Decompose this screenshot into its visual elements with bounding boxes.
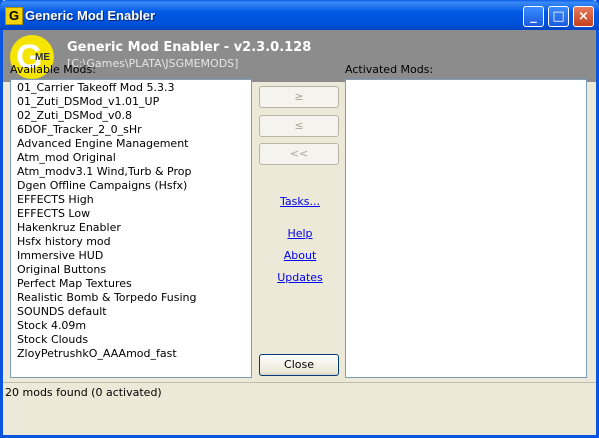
- minimize-button[interactable]: _: [523, 6, 544, 27]
- mod-list-item[interactable]: Atm_modv3.1 Wind,Turb & Prop: [11, 165, 251, 179]
- about-link[interactable]: About: [259, 249, 341, 262]
- activated-mods-label: Activated Mods:: [345, 63, 434, 76]
- mod-list-item[interactable]: Advanced Engine Management: [11, 137, 251, 151]
- mod-list-item[interactable]: Atm_mod Original: [11, 151, 251, 165]
- close-window-button[interactable]: ×: [573, 6, 594, 27]
- mod-list-item[interactable]: Hsfx history mod: [11, 235, 251, 249]
- mod-list-item[interactable]: EFFECTS High: [11, 193, 251, 207]
- mod-list-item[interactable]: Perfect Map Textures: [11, 277, 251, 291]
- app-title: Generic Mod Enabler - v2.3.0.128: [67, 40, 312, 55]
- mod-list-item[interactable]: Stock Clouds: [11, 333, 251, 347]
- main-window: G Generic Mod Enabler _ □ × G ME Generic…: [0, 0, 599, 438]
- activate-button[interactable]: ≥: [259, 86, 339, 108]
- status-text: 20 mods found (0 activated): [5, 386, 162, 399]
- mod-list-item[interactable]: Hakenkruz Enabler: [11, 221, 251, 235]
- activated-mods-list[interactable]: [345, 79, 587, 378]
- mod-list-item[interactable]: EFFECTS Low: [11, 207, 251, 221]
- status-divider: [3, 382, 596, 383]
- mod-list-item[interactable]: Original Buttons: [11, 263, 251, 277]
- title-bar[interactable]: G Generic Mod Enabler _ □ ×: [0, 0, 599, 30]
- tasks-link[interactable]: Tasks...: [259, 195, 341, 208]
- mod-list-item[interactable]: ZloyPetrushkO_AAAmod_fast: [11, 347, 251, 361]
- close-button[interactable]: Close: [259, 354, 339, 376]
- mod-list-item[interactable]: Stock 4.09m: [11, 319, 251, 333]
- updates-link[interactable]: Updates: [259, 271, 341, 284]
- mod-list-item[interactable]: 01_Zuti_DSMod_v1.01_UP: [11, 95, 251, 109]
- mod-list-item[interactable]: SOUNDS default: [11, 305, 251, 319]
- available-mods-list[interactable]: 01_Carrier Takeoff Mod 5.3.3 01_Zuti_DSMo…: [10, 79, 252, 378]
- maximize-button[interactable]: □: [548, 6, 569, 27]
- mod-list-item[interactable]: 02_Zuti_DSMod_v0.8: [11, 109, 251, 123]
- deactivate-button[interactable]: ≤: [259, 115, 339, 137]
- app-icon: G: [5, 7, 23, 25]
- mod-list-item[interactable]: Realistic Bomb & Torpedo Fusing: [11, 291, 251, 305]
- window-title: Generic Mod Enabler: [25, 8, 156, 23]
- mod-list-item[interactable]: 6DOF_Tracker_2_0_sHr: [11, 123, 251, 137]
- help-link[interactable]: Help: [259, 227, 341, 240]
- mod-list-item[interactable]: 01_Carrier Takeoff Mod 5.3.3: [11, 81, 251, 95]
- mod-list-item[interactable]: Immersive HUD: [11, 249, 251, 263]
- mod-list-item[interactable]: Dgen Offline Campaigns (Hsfx): [11, 179, 251, 193]
- available-mods-label: Available Mods:: [10, 63, 96, 76]
- deactivate-all-button[interactable]: <<: [259, 143, 339, 165]
